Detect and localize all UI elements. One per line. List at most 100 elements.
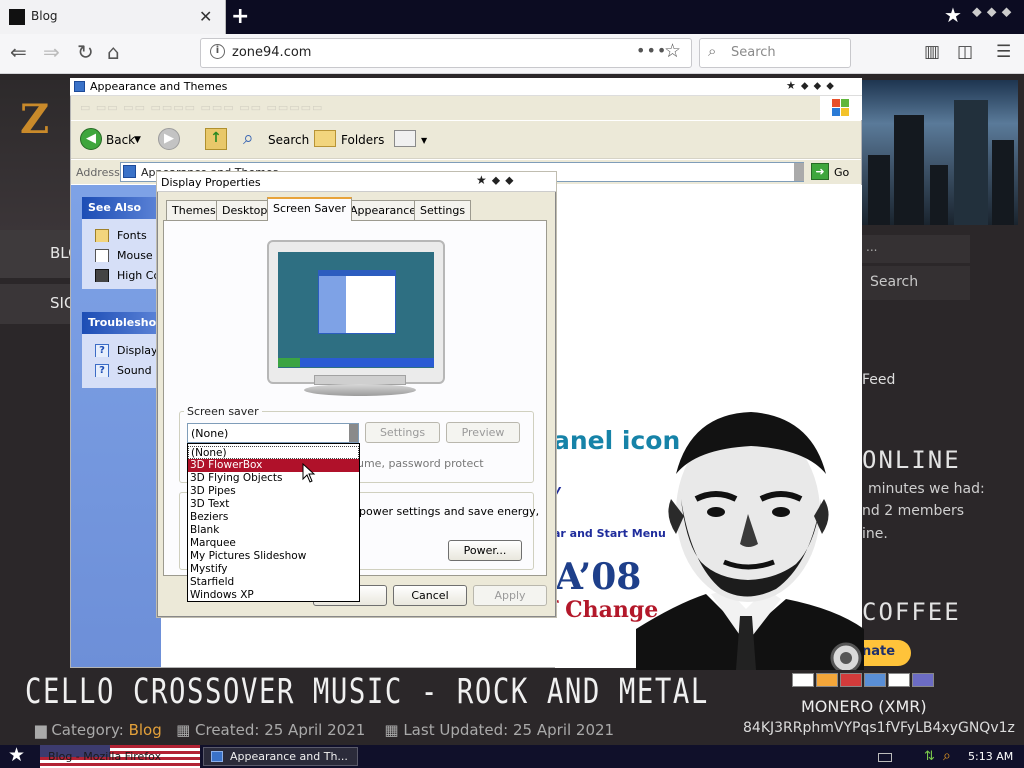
dropdown-option[interactable]: Blank	[188, 524, 359, 537]
forward-arrow-icon[interactable]: ⇒	[43, 40, 60, 64]
dropdown-option[interactable]: 3D Pipes	[188, 485, 359, 498]
network-icon[interactable]: ⇅	[924, 749, 935, 764]
folder-icon: ▆	[35, 721, 52, 739]
tab-appearance[interactable]: Appearance	[344, 200, 423, 220]
created-date: Created: 25 April 2021	[195, 721, 366, 739]
payment-cards-icons	[792, 673, 936, 690]
tab-close-icon[interactable]: ✕	[199, 7, 212, 26]
see-also-heading[interactable]: See Also	[82, 197, 158, 219]
updated-date: Last Updated: 25 April 2021	[403, 721, 615, 739]
see-also-item-mouse-pointers[interactable]: Mouse Pointers	[95, 249, 157, 262]
see-also-item-high-contrast[interactable]: High Contrast	[95, 269, 157, 282]
go-button-label[interactable]: Go	[834, 166, 849, 179]
site-info-icon[interactable]: i	[210, 44, 225, 59]
calendar-icon: ▦	[176, 721, 196, 739]
tab-themes[interactable]: Themes	[166, 200, 222, 220]
dropdown-option-highlighted[interactable]: 3D FlowerBox	[188, 459, 359, 472]
site-search-input[interactable]	[862, 235, 970, 263]
apply-button[interactable]: Apply	[473, 585, 547, 606]
monero-address: 84KJ3RRphmVYPqs1fVFyLB4xyGNQv1z	[743, 720, 1015, 736]
site-feed-link[interactable]: Feed	[862, 372, 895, 388]
url-text[interactable]: zone94.com	[232, 45, 311, 60]
menu-bar-ghost: ▭ ▭▭ ▭▭ ▭▭▭▭ ▭▭▭ ▭▭ ▭▭▭▭▭	[80, 101, 324, 114]
dropdown-option[interactable]: 3D Flying Objects	[188, 472, 359, 485]
titlebar-buttons-icon[interactable]: ★⬥⬥⬥	[786, 79, 839, 93]
address-dropdown-icon[interactable]	[794, 163, 804, 181]
forward-arrow-icon[interactable]: ▶	[158, 128, 180, 150]
tab-settings[interactable]: Settings	[414, 200, 472, 220]
search-button-label[interactable]: Search	[268, 133, 309, 147]
tab-desktop[interactable]: Desktop	[216, 200, 274, 220]
article-title[interactable]: CELLO CROSSOVER MUSIC - ROCK AND METAL	[25, 672, 709, 712]
search-icon[interactable]: ⌕	[943, 748, 951, 764]
back-dropdown-icon[interactable]: ▼	[134, 135, 141, 145]
mouse-icon	[95, 249, 109, 262]
campaign-year-text: A’08	[555, 556, 642, 598]
tab-title: Blog	[31, 9, 58, 23]
dropdown-option[interactable]: Starfield	[188, 576, 359, 589]
control-panel-icon	[123, 165, 136, 178]
city-skyline-image	[862, 80, 1018, 225]
search-input[interactable]: Search	[731, 45, 776, 60]
monitor-base	[304, 384, 416, 396]
category-label: Category:	[51, 721, 124, 739]
settings-button[interactable]: Settings	[365, 422, 440, 443]
site-logo[interactable]: Z	[20, 96, 49, 143]
back-button-label[interactable]: Back	[106, 133, 135, 147]
page-actions-icon[interactable]: •••	[636, 41, 667, 60]
power-button[interactable]: Power...	[448, 540, 522, 561]
reload-icon[interactable]: ↻	[77, 40, 94, 64]
mastercard-icon	[816, 673, 838, 687]
see-also-item-fonts[interactable]: Fonts	[95, 229, 157, 242]
taskbar-item-firefox[interactable]: Blog - Mozilla Firefox	[48, 750, 161, 763]
coffee-heading: COFFEE	[862, 598, 961, 626]
go-arrow-icon[interactable]: ➜	[811, 163, 829, 180]
home-icon[interactable]: ⌂	[107, 40, 120, 64]
window-controls-icon[interactable]: ⬥⬥⬥	[972, 4, 1016, 20]
library-icon[interactable]: ▥	[924, 42, 940, 62]
see-also-item-label: Mouse Pointers	[117, 249, 157, 262]
article-meta: ▆ Category: Blog ▦ Created: 25 April 202…	[35, 721, 614, 739]
menu-hamburger-icon[interactable]: ☰	[996, 42, 1011, 62]
troubleshooter-sound[interactable]: ? Sound	[95, 364, 157, 377]
dropdown-option[interactable]: Windows XP	[188, 589, 359, 602]
help-icon: ?	[95, 364, 109, 377]
portrait-poster-image	[636, 412, 864, 670]
dialog-titlebar-buttons-icon[interactable]: ★⬥⬥	[476, 173, 519, 188]
category-link[interactable]: Blog	[129, 721, 162, 739]
screen-saver-select-value[interactable]: (None)	[191, 427, 228, 440]
back-arrow-icon[interactable]: ⇐	[10, 40, 27, 64]
up-folder-icon[interactable]: ↑	[205, 128, 227, 150]
screen-saver-dropdown-list[interactable]: (None) 3D FlowerBox 3D Flying Objects 3D…	[187, 443, 360, 602]
dropdown-option[interactable]: 3D Text	[188, 498, 359, 511]
password-protect-label: ume, password protect	[357, 457, 484, 470]
search-icon[interactable]: ⌕	[243, 127, 254, 149]
dropdown-option[interactable]: My Pictures Slideshow	[188, 550, 359, 563]
dropdown-option[interactable]: Mystify	[188, 563, 359, 576]
donate-button-label: nate	[862, 644, 896, 659]
dropdown-option[interactable]: (None)	[188, 446, 359, 459]
preview-taskbar	[278, 358, 434, 367]
back-arrow-icon[interactable]: ◀	[80, 128, 102, 150]
new-tab-plus-icon[interactable]: +	[231, 4, 249, 29]
taskbar-clock[interactable]: 5:13 AM	[968, 750, 1013, 763]
control-panel-icon	[211, 751, 223, 762]
views-icon[interactable]	[394, 130, 416, 147]
chevron-down-icon[interactable]	[349, 424, 358, 442]
folders-icon[interactable]	[314, 130, 336, 147]
tab-screen-saver[interactable]: Screen Saver	[267, 197, 352, 221]
start-star-icon[interactable]: ★	[8, 744, 25, 766]
dropdown-option[interactable]: Beziers	[188, 511, 359, 524]
preview-button[interactable]: Preview	[446, 422, 520, 443]
dropdown-option[interactable]: Marquee	[188, 537, 359, 550]
troubleshooter-display[interactable]: ? Display	[95, 344, 157, 357]
keyboard-icon[interactable]	[878, 753, 892, 762]
cancel-button[interactable]: Cancel	[393, 585, 467, 606]
sidebar-icon[interactable]: ◫	[957, 42, 973, 62]
troubleshooters-heading[interactable]: Troubleshooters	[82, 312, 188, 334]
views-dropdown-icon[interactable]: ▼	[421, 136, 427, 145]
folders-button-label[interactable]: Folders	[341, 133, 384, 147]
bookmark-star-icon[interactable]: ☆	[664, 40, 681, 62]
help-icon: ?	[95, 344, 109, 357]
fonts-folder-icon	[95, 229, 109, 242]
